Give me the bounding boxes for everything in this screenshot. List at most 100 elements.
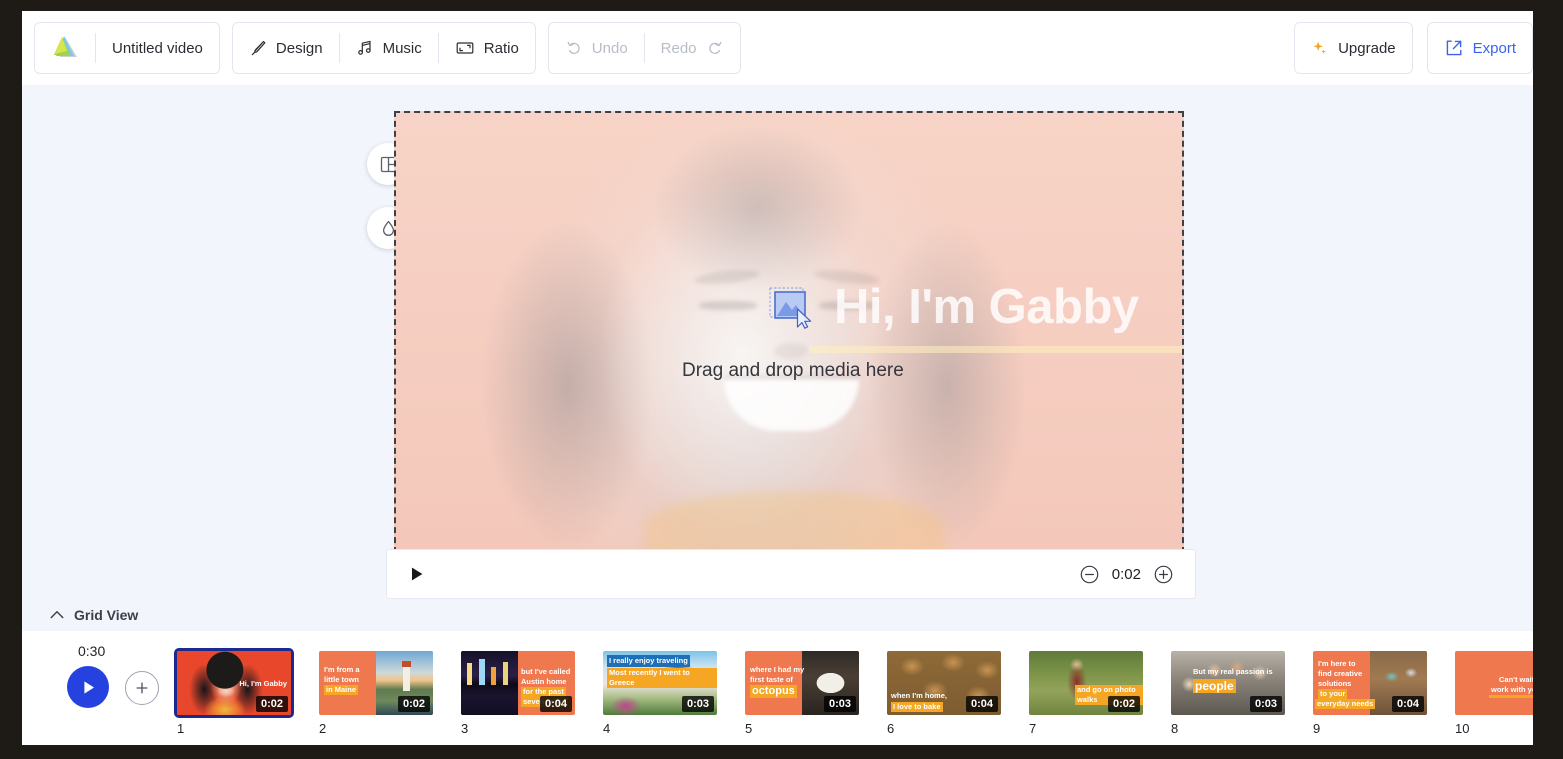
clip-thumbnail[interactable]: Can't wait to work with you [1455,651,1533,715]
device-bezel: Untitled video Design Music Ratio Undo R… [0,0,1563,759]
canvas-stage: Hi, I'm Gabby Drag and drop media here 0… [22,85,1533,599]
media-dropzone[interactable] [394,111,1184,553]
clip-art-detail [503,662,508,685]
app-logo[interactable] [35,23,95,73]
timeline: 0:30 Hi, I'm Gabby 0:02 1 I'm from a lit… [22,631,1533,745]
clip-caption: Can't wait to [1499,675,1533,684]
music-button[interactable]: Music [340,23,438,73]
undo-button[interactable]: Undo [549,23,644,73]
clip-duration: 0:04 [965,696,998,712]
design-button[interactable]: Design [233,23,339,73]
zoom-out-button[interactable] [1080,565,1099,584]
clip-thumbnail[interactable]: But my real passion is people 0:03 [1171,651,1285,715]
chevron-up-icon [50,611,64,619]
clip-art-detail [467,663,472,685]
clip-caption: Most recently I went to Greece [607,668,717,688]
clip-caption: find creative [1318,669,1363,678]
list-item: but I've called Austin home for the past… [461,651,603,736]
history-group: Undo Redo [547,22,741,74]
clip-caption: but I've called [521,667,571,676]
clip-number: 3 [461,721,469,736]
clip-thumbnail[interactable]: I'm from a little town in Maine 0:02 [319,651,433,715]
project-title-label: Untitled video [112,39,203,57]
clip-duration: 0:04 [1391,696,1424,712]
clip-caption: where I had my [750,665,805,674]
plus-icon [136,682,148,694]
sparkle-icon [1313,41,1326,54]
redo-arrow-icon [708,41,721,55]
clip-caption: work with you [1491,685,1533,694]
clip-caption: everyday needs [1315,699,1376,709]
export-arrow-icon [1446,40,1462,56]
clip-thumbnail[interactable]: when I'm home, I love to bake 0:04 [887,651,1001,715]
clip-thumbnail[interactable]: Hi, I'm Gabby 0:02 [174,648,294,718]
list-item: I'm from a little town in Maine 0:02 2 [319,651,461,736]
clip-duration: 0:04 [539,696,572,712]
minus-circle-icon [1080,565,1099,583]
play-circle-icon [83,680,94,694]
add-clip-button[interactable] [125,671,159,705]
player-bar: 0:02 [386,549,1196,599]
clip-number: 7 [1029,721,1037,736]
aspect-ratio-icon [456,42,474,54]
current-time-label: 0:02 [1111,565,1141,583]
list-item: Hi, I'm Gabby 0:02 1 [174,648,319,736]
clip-number: 1 [177,721,185,736]
timeline-play-button[interactable] [67,666,109,708]
export-button[interactable]: Export [1428,23,1532,73]
clip-caption: But my real passion is [1193,667,1273,676]
clip-caption: in Maine [324,685,359,695]
export-group: Export [1426,22,1533,74]
clip-thumbnail[interactable]: I'm here to find creative solutions to y… [1313,651,1427,715]
list-item: I'm here to find creative solutions to y… [1313,651,1455,736]
clip-caption: first taste of [750,675,793,684]
grid-view-label: Grid View [74,607,139,623]
video-canvas[interactable]: Hi, I'm Gabby Drag and drop media here [394,111,1184,553]
clip-caption: Hi, I'm Gabby [239,679,287,688]
clip-caption: to your [1318,689,1348,699]
list-item: Can't wait to work with you 10 [1455,651,1533,736]
clip-thumbnail[interactable]: and go on photo walks 0:02 [1029,651,1143,715]
grid-view-toggle[interactable]: Grid View [50,607,138,623]
clip-duration: 0:02 [397,696,430,712]
ratio-label: Ratio [483,39,519,57]
plus-circle-icon [1154,565,1173,583]
redo-button[interactable]: Redo [645,23,740,73]
clip-caption: solutions [1318,679,1352,688]
clip-thumbnail[interactable]: but I've called Austin home for the past… [461,651,575,715]
undo-label: Undo [591,39,628,57]
clip-caption: I'm here to [1318,659,1356,668]
zoom-in-button[interactable] [1154,565,1173,584]
ratio-button[interactable]: Ratio [439,23,535,73]
zoom-controls: 0:02 [1080,565,1173,584]
list-item: I really enjoy traveling Most recently I… [603,651,745,736]
clip-caption: when I'm home, [891,691,947,700]
top-toolbar: Untitled video Design Music Ratio Undo R… [22,11,1533,86]
toolbar-right-group: Upgrade Export [1282,22,1533,74]
clip-thumbnail[interactable]: where I had my first taste of octopus 0:… [745,651,859,715]
clip-list: Hi, I'm Gabby 0:02 1 I'm from a little t… [174,648,1533,736]
grid-view-bar: Grid View [22,599,1533,632]
clip-duration: 0:02 [255,696,288,712]
project-group: Untitled video [34,22,220,74]
preview-play-button[interactable] [409,566,425,582]
clip-number: 4 [603,721,611,736]
project-title[interactable]: Untitled video [96,23,219,73]
design-label: Design [275,39,323,57]
export-label: Export [1472,39,1516,57]
redo-label: Redo [660,39,697,57]
upgrade-label: Upgrade [1338,39,1396,57]
clip-thumbnail[interactable]: I really enjoy traveling Most recently I… [603,651,717,715]
clip-art-detail [403,665,410,691]
clip-caption: I really enjoy traveling [607,655,690,667]
music-label: Music [382,39,422,57]
clip-number: 6 [887,721,895,736]
clip-caption: I'm from a [324,665,360,674]
upgrade-button[interactable]: Upgrade [1295,23,1412,73]
clip-number: 8 [1171,721,1179,736]
clip-number: 9 [1313,721,1321,736]
clip-number: 10 [1455,721,1470,736]
clip-art-detail [402,661,411,667]
brush-icon [251,40,266,56]
undo-arrow-icon [567,41,580,55]
